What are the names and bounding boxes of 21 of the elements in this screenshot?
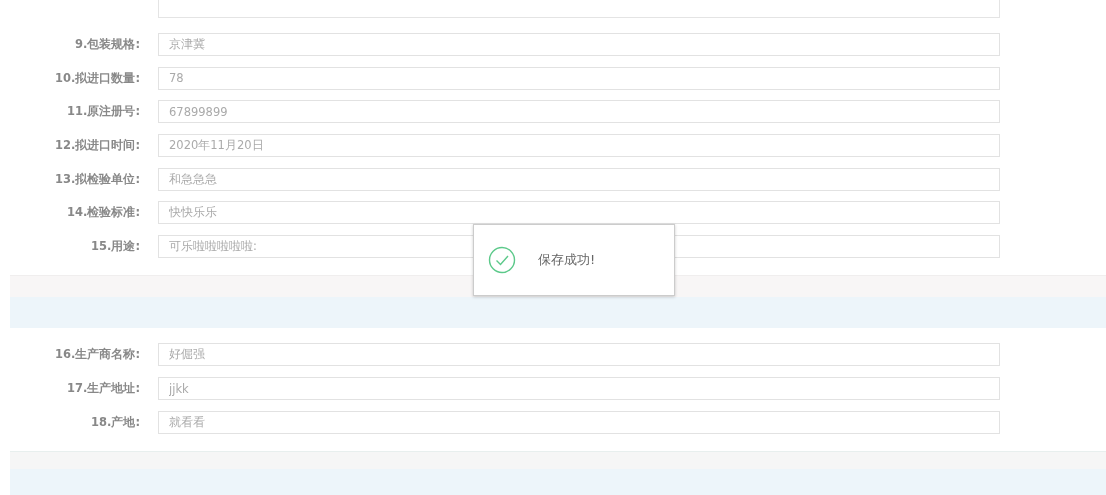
success-check-icon	[488, 246, 516, 274]
input-field[interactable]: 好倔强	[158, 343, 1000, 367]
field-label: 18.产地:	[90, 413, 140, 431]
input-field[interactable]: 78	[158, 66, 1000, 90]
input-field[interactable]: 和急急急	[158, 167, 1000, 191]
field-label: 9.包装规格:	[74, 36, 140, 54]
field-label: 13.拟检验单位:	[54, 170, 140, 188]
field-label: 16.生产商名称:	[54, 346, 140, 364]
input-field[interactable]: 2020年11月20日	[158, 134, 1000, 158]
field-label: 10.拟进口数量:	[54, 69, 140, 87]
input-field[interactable]: 京津冀	[158, 33, 1000, 57]
field-label: 11.原注册号:	[66, 103, 140, 121]
input-field[interactable]: 快快乐乐	[158, 201, 1000, 225]
toast-text: 保存成功!	[538, 251, 596, 270]
field-label: 12.拟进口时间:	[54, 136, 140, 154]
input-field[interactable]: jjkk	[158, 377, 1000, 401]
field-label: 14.检验标准:	[66, 204, 140, 222]
input-field[interactable]: 67899899	[158, 100, 1000, 124]
field-label: 15.用途:	[90, 237, 140, 255]
field-label: 17.生产地址:	[66, 379, 140, 397]
input-field[interactable]: 就看看	[158, 410, 1000, 434]
